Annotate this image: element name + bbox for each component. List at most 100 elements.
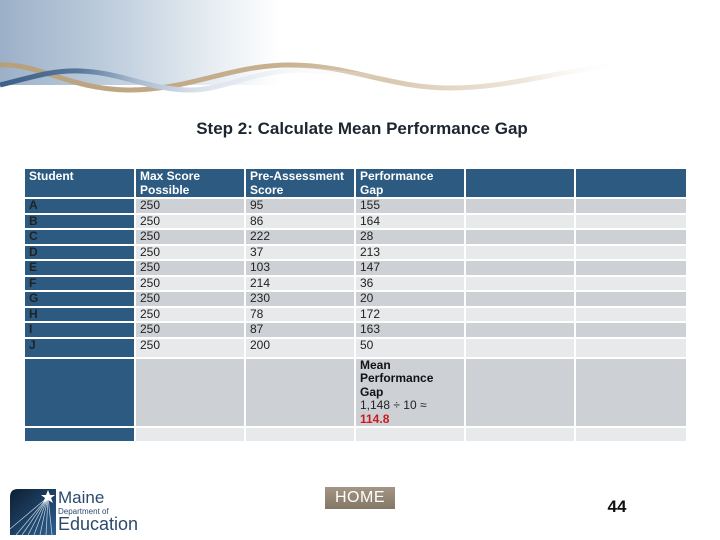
student-cell: F (25, 276, 134, 290)
header-performance-gap: Performance Gap (356, 169, 464, 197)
pre-score-cell: 87 (246, 322, 354, 337)
max-score-cell: 250 (136, 245, 244, 259)
pre-score-cell: 78 (246, 307, 354, 321)
logo-star-icon (10, 489, 56, 535)
empty-cell (25, 428, 134, 441)
logo-maine: Maine (58, 488, 105, 507)
header-max-score: Max Score Possible (136, 169, 244, 197)
table-row: I 250 87 163 (25, 322, 686, 337)
empty-cell (576, 276, 686, 290)
logo-education: Education (58, 514, 139, 534)
empty-cell (466, 358, 574, 426)
header-student: Student (25, 169, 134, 197)
table-row: J 250 200 50 (25, 338, 686, 357)
gap-cell: 155 (356, 198, 464, 213)
gap-cell: 28 (356, 229, 464, 244)
header-empty-2 (576, 169, 686, 197)
slide-title: Step 2: Calculate Mean Performance Gap (196, 119, 528, 138)
gap-cell: 163 (356, 322, 464, 337)
table-row: B 250 86 164 (25, 214, 686, 228)
empty-cell (466, 338, 574, 357)
empty-cell (576, 428, 686, 441)
empty-cell (466, 230, 574, 244)
empty-cell (466, 199, 574, 213)
pre-score-cell: 230 (246, 291, 354, 306)
table-header-row: Student Max Score Possible Pre-Assessmen… (25, 169, 686, 197)
gap-cell: 213 (356, 245, 464, 259)
gap-cell: 36 (356, 276, 464, 290)
empty-cell (136, 428, 244, 441)
max-score-cell: 250 (136, 338, 244, 357)
mean-label-line1: Mean (360, 357, 391, 372)
pre-score-cell: 222 (246, 229, 354, 244)
maine-doe-logo: Maine Department of Education (10, 487, 150, 537)
pre-score-cell: 200 (246, 338, 354, 357)
max-score-cell: 250 (136, 198, 244, 213)
pre-score-cell: 95 (246, 198, 354, 213)
student-cell: B (25, 214, 134, 228)
empty-cell (576, 214, 686, 228)
table-row: C 250 222 28 (25, 229, 686, 244)
pre-score-cell: 86 (246, 214, 354, 228)
student-cell: G (25, 291, 134, 306)
pre-score-cell: 214 (246, 276, 354, 290)
empty-cell (356, 428, 464, 441)
empty-cell (25, 358, 134, 426)
student-cell: C (25, 229, 134, 244)
mean-label-line2: Performance Gap (360, 371, 434, 399)
pre-score-cell: 37 (246, 245, 354, 259)
wave-decoration (0, 62, 621, 93)
empty-cell (246, 428, 354, 441)
empty-cell (576, 261, 686, 275)
empty-cell (576, 358, 686, 426)
max-score-cell: 250 (136, 276, 244, 290)
table-row: D 250 37 213 (25, 245, 686, 259)
mean-cell: Mean Performance Gap 1,148 ÷ 10 ≈ 114.8 (356, 357, 464, 426)
gap-cell: 172 (356, 307, 464, 321)
table-row: A 250 95 155 (25, 198, 686, 213)
page-number: 44 (607, 497, 627, 516)
empty-cell (576, 323, 686, 337)
empty-cell (576, 307, 686, 321)
student-cell: H (25, 307, 134, 321)
header-empty-1 (466, 169, 574, 197)
mean-value: 114.8 (360, 411, 390, 426)
empty-cell (576, 199, 686, 213)
table-row: G 250 230 20 (25, 291, 686, 306)
empty-cell (466, 307, 574, 321)
empty-cell (466, 261, 574, 275)
header-pre-assessment: Pre-Assessment Score (246, 169, 354, 197)
student-cell: J (25, 338, 134, 357)
empty-cell (576, 292, 686, 306)
max-score-cell: 250 (136, 322, 244, 337)
empty-cell (576, 338, 686, 357)
empty-cell (466, 245, 574, 259)
home-button[interactable]: HOME (325, 487, 395, 509)
empty-cell (466, 214, 574, 228)
max-score-cell: 250 (136, 229, 244, 244)
max-score-cell: 250 (136, 214, 244, 228)
max-score-cell: 250 (136, 291, 244, 306)
mean-row: Mean Performance Gap 1,148 ÷ 10 ≈ 114.8 (25, 357, 686, 426)
gap-cell: 20 (356, 291, 464, 306)
student-cell: E (25, 260, 134, 275)
pre-score-cell: 103 (246, 260, 354, 275)
student-cell: D (25, 245, 134, 259)
empty-cell (576, 245, 686, 259)
empty-cell (466, 428, 574, 441)
empty-cell (136, 358, 244, 426)
empty-cell (576, 230, 686, 244)
empty-cell (466, 292, 574, 306)
student-cell: A (25, 198, 134, 213)
gap-cell: 147 (356, 260, 464, 275)
empty-cell (466, 276, 574, 290)
table-row: E 250 103 147 (25, 260, 686, 275)
student-cell: I (25, 322, 134, 337)
gap-cell: 50 (356, 338, 464, 357)
empty-cell (466, 323, 574, 337)
max-score-cell: 250 (136, 307, 244, 321)
table-row: F 250 214 36 (25, 276, 686, 290)
decorative-banner (0, 0, 720, 110)
empty-cell (246, 358, 354, 426)
max-score-cell: 250 (136, 260, 244, 275)
